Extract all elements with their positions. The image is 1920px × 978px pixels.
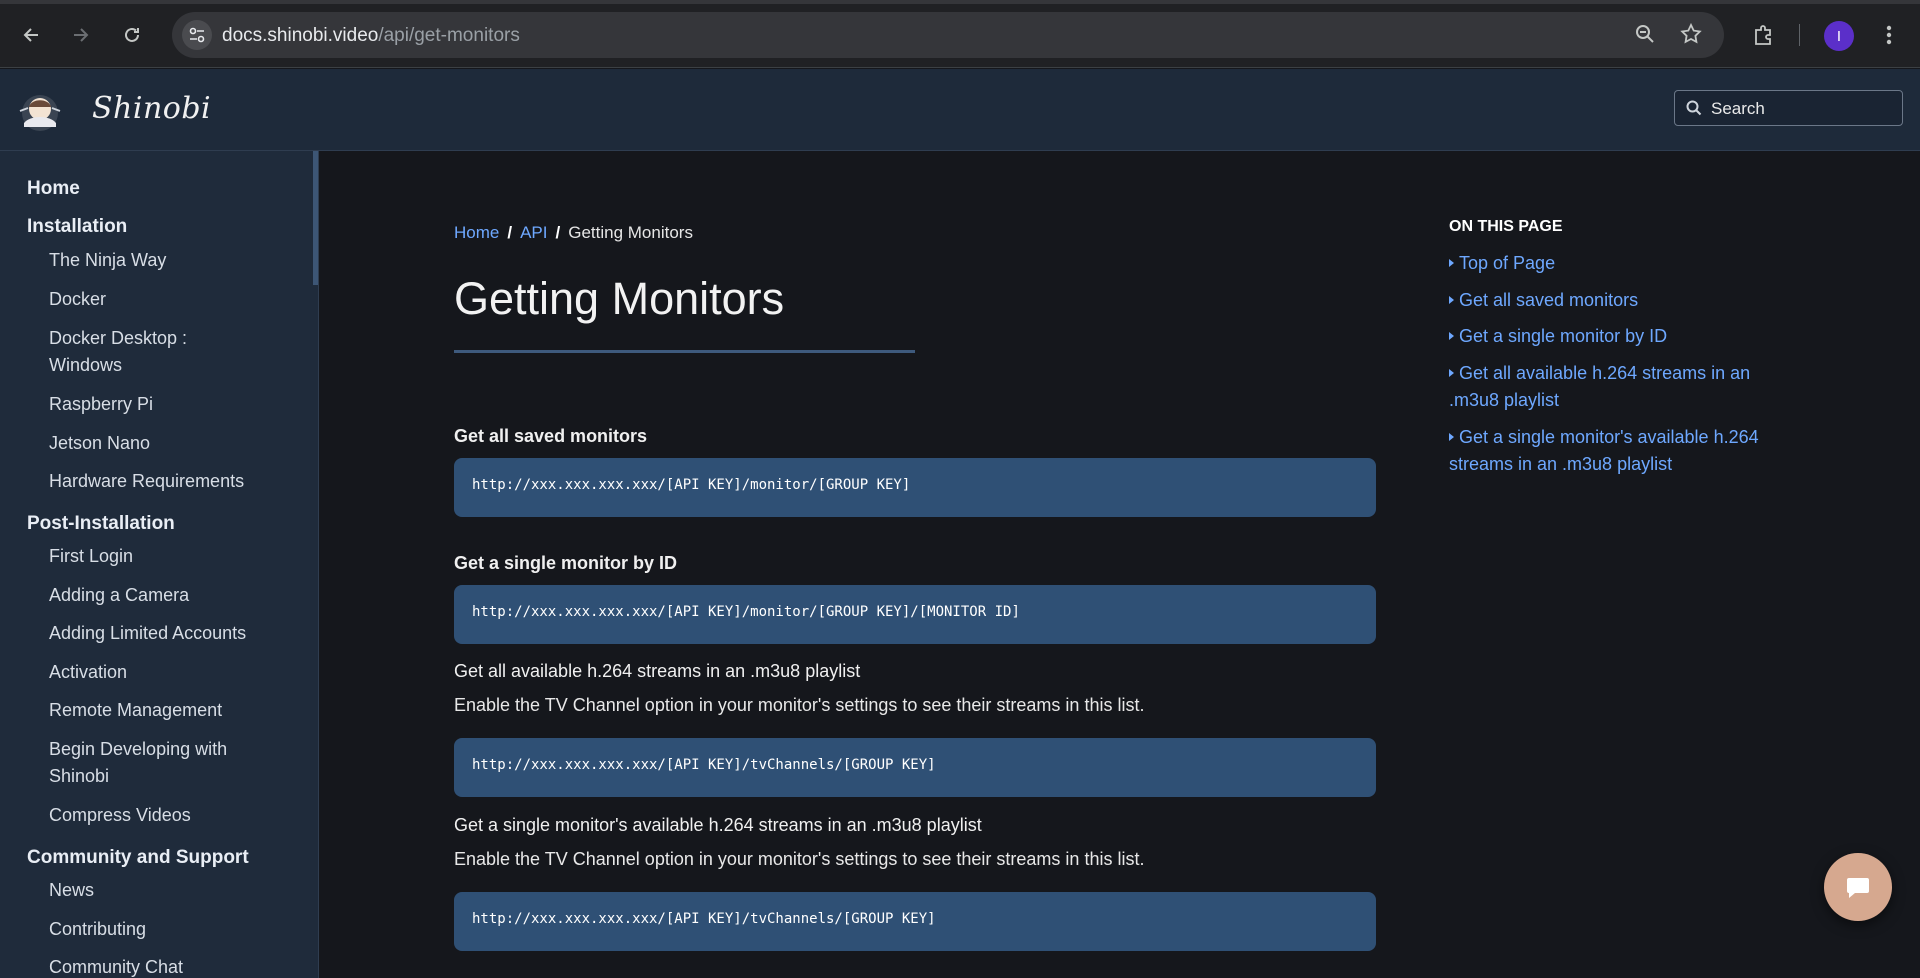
- tab-strip: [0, 0, 1920, 4]
- bookmark-star-icon[interactable]: [1680, 22, 1704, 47]
- section-heading-all-streams: Get all available h.264 streams in an .m…: [454, 661, 861, 681]
- toc-item-label: Get a single monitor by ID: [1459, 326, 1668, 346]
- sidebar-item-the-ninja-way[interactable]: The Ninja Way: [49, 247, 289, 274]
- breadcrumb-separator: /: [555, 223, 561, 242]
- breadcrumb-current: Getting Monitors: [568, 223, 693, 242]
- section-description: Enable the TV Channel option in your mon…: [454, 695, 1145, 715]
- sidebar-item-raspberry-pi[interactable]: Raspberry Pi: [49, 391, 289, 418]
- toc-item-label: Get all saved monitors: [1459, 290, 1639, 310]
- toolbar-divider: [1799, 24, 1800, 46]
- caret-right-icon: [1449, 259, 1454, 267]
- search-placeholder: Search: [1711, 99, 1765, 118]
- forward-icon[interactable]: [64, 18, 98, 52]
- sidebar-item-begin-developing[interactable]: Begin Developing with Shinobi: [49, 736, 259, 790]
- extensions-icon[interactable]: [1746, 18, 1780, 52]
- code-text: http://xxx.xxx.xxx.xxx/[API KEY]/tvChann…: [472, 911, 936, 927]
- sidebar-item-jetson-nano[interactable]: Jetson Nano: [49, 430, 289, 457]
- code-block[interactable]: http://xxx.xxx.xxx.xxx/[API KEY]/tvChann…: [454, 738, 1376, 797]
- sidebar-item-contributing[interactable]: Contributing: [49, 916, 289, 943]
- sidebar-item-docker-desktop-windows[interactable]: Docker Desktop : Windows: [49, 325, 219, 379]
- caret-right-icon: [1449, 332, 1454, 340]
- sidebar-item-docker[interactable]: Docker: [49, 286, 289, 313]
- sidebar-nav: Home Installation The Ninja Way Docker D…: [0, 151, 319, 978]
- section-heading-single-monitor: Get a single monitor by ID: [454, 553, 678, 573]
- caret-right-icon: [1449, 369, 1454, 377]
- chat-bubble-icon: [1847, 878, 1869, 898]
- more-menu-icon[interactable]: [1872, 18, 1906, 52]
- toc-title: ON THIS PAGE: [1449, 218, 1563, 235]
- code-block[interactable]: http://xxx.xxx.xxx.xxx/[API KEY]/monitor…: [454, 458, 1376, 517]
- page-title: Getting Monitors: [454, 273, 785, 324]
- code-block[interactable]: http://xxx.xxx.xxx.xxx/[API KEY]/monitor…: [454, 585, 1376, 644]
- search-input[interactable]: Search: [1674, 90, 1903, 126]
- code-text: http://xxx.xxx.xxx.xxx/[API KEY]/monitor…: [472, 604, 1020, 620]
- section-description: Enable the TV Channel option in your mon…: [454, 849, 1145, 869]
- url-path: /api/get-monitors: [378, 25, 520, 46]
- code-text: http://xxx.xxx.xxx.xxx/[API KEY]/monitor…: [472, 477, 911, 493]
- caret-right-icon: [1449, 433, 1454, 441]
- toc-item-top-of-page[interactable]: Top of Page: [1449, 250, 1789, 277]
- zoom-icon[interactable]: [1634, 23, 1658, 47]
- breadcrumb-api[interactable]: API: [520, 223, 547, 242]
- toc-item-single-streams[interactable]: Get a single monitor's available h.264 s…: [1449, 424, 1789, 478]
- title-divider: [454, 350, 915, 353]
- back-icon[interactable]: [14, 18, 48, 52]
- sidebar-section-community-support[interactable]: Community and Support: [27, 847, 249, 869]
- shinobi-logo[interactable]: [16, 87, 64, 135]
- sidebar-item-activation[interactable]: Activation: [49, 659, 289, 686]
- sidebar-item-community-chat[interactable]: Community Chat: [49, 954, 289, 978]
- sidebar-item-remote-management[interactable]: Remote Management: [49, 697, 289, 724]
- breadcrumb: Home / API / Getting Monitors: [454, 223, 693, 243]
- profile-avatar[interactable]: I: [1824, 21, 1854, 51]
- chat-widget-button[interactable]: [1824, 853, 1892, 921]
- brand-name[interactable]: Shinobi: [92, 91, 211, 126]
- toc-item-label: Get all available h.264 streams in an .m…: [1449, 363, 1751, 410]
- sidebar-item-hardware-requirements[interactable]: Hardware Requirements: [49, 468, 289, 495]
- sidebar-item-adding-limited-accounts[interactable]: Adding Limited Accounts: [49, 620, 289, 647]
- sidebar-section-installation[interactable]: Installation: [27, 216, 127, 238]
- url-host: docs.shinobi.video: [222, 25, 379, 46]
- toc-item-all-streams[interactable]: Get all available h.264 streams in an .m…: [1449, 360, 1774, 414]
- sidebar-item-adding-a-camera[interactable]: Adding a Camera: [49, 582, 289, 609]
- site-settings-icon[interactable]: [182, 20, 212, 50]
- caret-right-icon: [1449, 296, 1454, 304]
- site-header: Shinobi Search: [0, 69, 1920, 151]
- toc-item-label: Get a single monitor's available h.264 s…: [1449, 427, 1759, 474]
- reload-icon[interactable]: [115, 18, 149, 52]
- toc-item-label: Top of Page: [1459, 253, 1556, 273]
- url-text[interactable]: docs.shinobi.video/api/get-monitors: [222, 25, 520, 47]
- breadcrumb-home[interactable]: Home: [454, 223, 499, 242]
- sidebar-item-news[interactable]: News: [49, 877, 289, 904]
- code-text: http://xxx.xxx.xxx.xxx/[API KEY]/tvChann…: [472, 757, 936, 773]
- sidebar-section-post-installation[interactable]: Post-Installation: [27, 513, 175, 535]
- sidebar-item-first-login[interactable]: First Login: [49, 543, 289, 570]
- code-block[interactable]: http://xxx.xxx.xxx.xxx/[API KEY]/tvChann…: [454, 892, 1376, 951]
- breadcrumb-separator: /: [507, 223, 513, 242]
- browser-toolbar: docs.shinobi.video/api/get-monitors I: [0, 0, 1920, 68]
- address-bar[interactable]: docs.shinobi.video/api/get-monitors: [172, 12, 1724, 58]
- toc-item-all-saved-monitors[interactable]: Get all saved monitors: [1449, 287, 1789, 314]
- section-heading-single-streams: Get a single monitor's available h.264 s…: [454, 815, 982, 835]
- sidebar-section-home[interactable]: Home: [27, 178, 80, 200]
- search-icon: [1686, 100, 1702, 116]
- sidebar-item-compress-videos[interactable]: Compress Videos: [49, 802, 289, 829]
- section-heading-all-monitors: Get all saved monitors: [454, 426, 648, 446]
- main-content: Home / API / Getting Monitors Getting Monito…: [320, 151, 1920, 978]
- sidebar-scrollbar[interactable]: [313, 151, 318, 285]
- toc-item-single-monitor[interactable]: Get a single monitor by ID: [1449, 323, 1789, 350]
